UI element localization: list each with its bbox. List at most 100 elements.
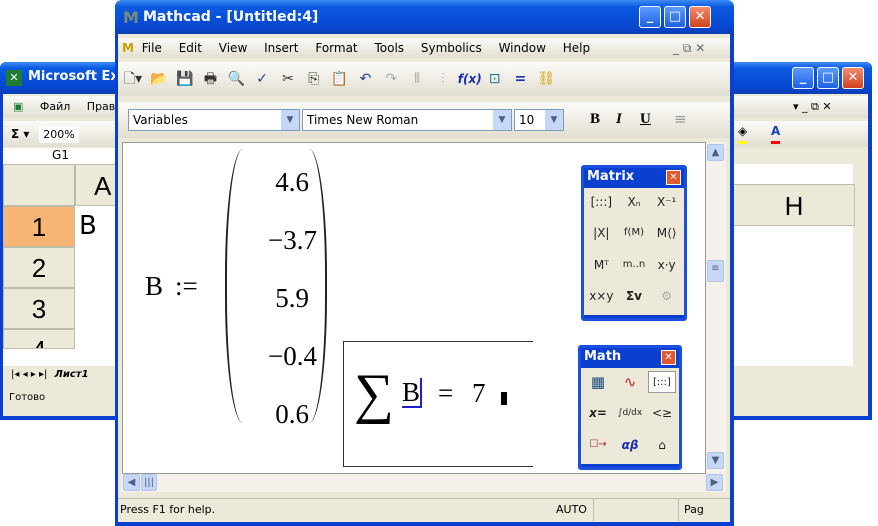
excel-maximize-button[interactable]: □: [817, 67, 839, 89]
chevron-down-icon[interactable]: ▼: [281, 110, 299, 130]
sum-result: 7: [472, 378, 486, 408]
vectorize-icon[interactable]: f(M): [620, 222, 649, 244]
insert-function-icon[interactable]: f(x): [458, 62, 482, 96]
cut-icon[interactable]: ✂: [277, 62, 299, 96]
column-header-h[interactable]: H: [733, 184, 855, 226]
copy-icon[interactable]: ⎘: [303, 62, 325, 96]
size-select-value: 10: [519, 113, 535, 127]
scroll-thumb[interactable]: ≡: [707, 260, 724, 282]
dot-product-icon[interactable]: x·y: [652, 254, 681, 276]
align-down-icon[interactable]: ⫶: [432, 62, 454, 96]
menu-symbolics[interactable]: Symbolics: [421, 41, 482, 55]
menu-format[interactable]: Format: [315, 41, 357, 55]
excel-minimize-button[interactable]: _: [792, 67, 814, 89]
math-palette-close-icon[interactable]: ✕: [661, 350, 676, 365]
chevron-down-icon[interactable]: ▼: [545, 110, 563, 130]
sheet-nav-icons[interactable]: |◂ ◂ ▸ ▸|: [11, 369, 47, 380]
boolean-toolbar-icon[interactable]: <≥: [648, 402, 676, 424]
resource-center-icon[interactable]: ⛓: [535, 62, 557, 96]
menu-tools[interactable]: Tools: [374, 41, 404, 55]
italic-button[interactable]: I: [616, 111, 622, 128]
picture-icon[interactable]: ⚙: [652, 285, 681, 307]
undo-icon[interactable]: ↶: [354, 62, 376, 96]
name-box[interactable]: G1: [3, 148, 118, 164]
transpose-icon[interactable]: Mᵀ: [587, 254, 616, 276]
horizontal-scroll-thumb[interactable]: |||: [141, 474, 157, 491]
status-page: Pag: [678, 499, 704, 521]
calculus-toolbar-icon[interactable]: ∫d/dx: [616, 402, 644, 424]
evaluation-toolbar-icon[interactable]: x=: [584, 402, 612, 424]
paste-icon[interactable]: 📋: [329, 62, 351, 96]
column-icon[interactable]: M⟨⟩: [652, 222, 681, 244]
align-left-icon[interactable]: ≡: [674, 110, 687, 128]
vector-element: −3.7: [268, 225, 317, 255]
menu-window[interactable]: Window: [499, 41, 546, 55]
autosum-icon[interactable]: Σ ▾: [11, 127, 29, 141]
save-icon[interactable]: 💾: [174, 62, 196, 96]
matrix-toolbar-icon[interactable]: [:::]: [648, 371, 676, 393]
row-header-3[interactable]: 3: [3, 288, 75, 329]
zoom-select[interactable]: 200%: [39, 126, 79, 143]
horizontal-scrollbar[interactable]: ◀ ||| ▶: [122, 474, 726, 492]
excel-close-button[interactable]: ✕: [842, 67, 864, 89]
sum-region[interactable]: ∑ B = 7: [343, 341, 533, 467]
scroll-up-button[interactable]: ▲: [707, 144, 724, 161]
equals-sign: =: [438, 378, 454, 408]
placeholder-marker[interactable]: [501, 392, 507, 405]
underline-button[interactable]: U: [640, 111, 651, 128]
menu-insert[interactable]: Insert: [264, 41, 298, 55]
insert-unit-icon[interactable]: ⊡: [484, 62, 506, 96]
new-icon[interactable]: 🗋▾: [122, 62, 144, 96]
scroll-left-button[interactable]: ◀: [123, 474, 140, 491]
sheet-tab[interactable]: Лист1: [55, 369, 89, 380]
menu-file[interactable]: File: [142, 41, 162, 55]
symbolic-toolbar-icon[interactable]: ⌂: [648, 434, 676, 456]
vector-sum-icon[interactable]: Σv: [620, 285, 649, 307]
mathcad-minimize-button[interactable]: _: [639, 6, 661, 28]
insert-matrix-icon[interactable]: [:::]: [587, 191, 616, 213]
menu-help[interactable]: Help: [563, 41, 590, 55]
font-color-icon[interactable]: A: [771, 121, 781, 144]
print-icon[interactable]: 🖶: [199, 62, 221, 96]
bold-button[interactable]: B: [590, 111, 600, 128]
subscript-icon[interactable]: Xₙ: [620, 191, 649, 213]
programming-toolbar-icon[interactable]: ☐→: [584, 434, 612, 456]
align-across-icon[interactable]: ⫴: [406, 62, 428, 96]
menu-edit[interactable]: Edit: [179, 41, 202, 55]
spell-check-icon[interactable]: ✓: [251, 62, 273, 96]
menu-view[interactable]: View: [219, 41, 247, 55]
print-preview-icon[interactable]: 🔍: [225, 62, 247, 96]
scroll-down-button[interactable]: ▼: [707, 452, 724, 469]
sum-argument: B: [402, 377, 423, 408]
inverse-icon[interactable]: X⁻¹: [652, 191, 681, 213]
font-select[interactable]: Times New Roman ▼: [302, 109, 512, 131]
chevron-down-icon[interactable]: ▼: [493, 110, 511, 130]
row-header-2[interactable]: 2: [3, 247, 75, 288]
row-header-1[interactable]: 1: [3, 206, 75, 247]
mathcad-maximize-button[interactable]: □: [664, 6, 686, 28]
doc-window-controls[interactable]: _ ⧉ ✕: [673, 38, 705, 58]
mathcad-logo-icon: M: [123, 8, 139, 27]
open-icon[interactable]: 📂: [148, 62, 170, 96]
excel-menu-file[interactable]: Файл: [40, 100, 70, 113]
calculator-toolbar-icon[interactable]: ▦: [584, 371, 612, 393]
cross-product-icon[interactable]: x×y: [587, 285, 616, 307]
excel-logo-icon: ✕: [6, 70, 22, 86]
scroll-right-button[interactable]: ▶: [706, 474, 723, 491]
size-select[interactable]: 10 ▼: [514, 109, 564, 131]
calculate-icon[interactable]: =: [509, 62, 531, 96]
cell-a1[interactable]: B: [79, 206, 97, 247]
excel-menu-controls[interactable]: ▾ _ ⧉ ✕: [793, 96, 832, 118]
matrix-palette-close-icon[interactable]: ✕: [666, 170, 681, 185]
style-select[interactable]: Variables ▼: [128, 109, 300, 131]
row-header-4[interactable]: 4: [3, 329, 75, 349]
range-variable-icon[interactable]: m..n: [620, 254, 649, 276]
mathcad-close-button[interactable]: ✕: [689, 6, 711, 28]
determinant-icon[interactable]: |X|: [587, 222, 616, 244]
fill-color-icon[interactable]: ◈: [738, 121, 748, 144]
select-all[interactable]: [3, 164, 75, 206]
graph-toolbar-icon[interactable]: ∿: [616, 371, 644, 393]
greek-toolbar-icon[interactable]: αβ: [616, 434, 644, 456]
redo-icon[interactable]: ↷: [380, 62, 402, 96]
vertical-scrollbar[interactable]: ▲ ≡ ▼: [706, 142, 726, 474]
